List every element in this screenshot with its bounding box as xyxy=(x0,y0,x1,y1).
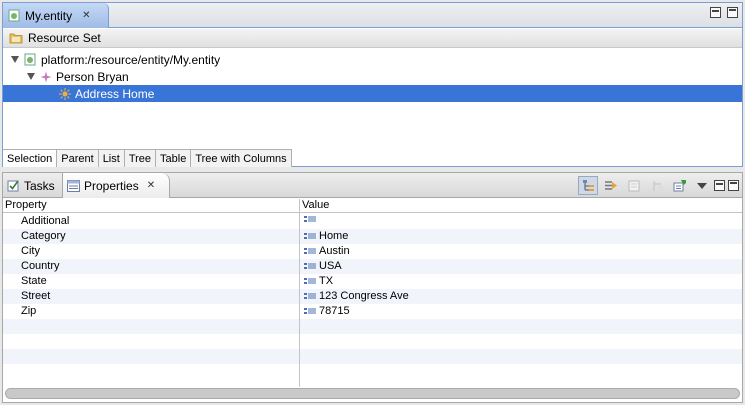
address-icon xyxy=(59,87,71,100)
close-icon[interactable]: ✕ xyxy=(82,10,90,21)
pin-button[interactable] xyxy=(670,176,690,195)
property-row[interactable]: Category Home xyxy=(3,229,742,244)
entity-editor: My.entity ✕ Resource Set platform:/resou… xyxy=(2,2,743,167)
text-value-icon xyxy=(304,216,316,222)
tab-parent[interactable]: Parent xyxy=(57,150,99,167)
text-value-icon xyxy=(304,277,316,284)
expand-triangle-icon[interactable] xyxy=(27,73,35,80)
property-name: City xyxy=(21,245,40,257)
text-value-icon xyxy=(304,247,316,254)
tab-label: Tasks xyxy=(24,178,55,193)
text-value-icon xyxy=(304,307,316,314)
tree-item-resource[interactable]: platform:/resource/entity/My.entity xyxy=(3,51,742,68)
filter-icon xyxy=(605,181,617,190)
empty-row xyxy=(3,334,742,349)
property-name: Additional xyxy=(21,215,70,227)
minimize-button[interactable] xyxy=(710,7,721,18)
tab-tasks[interactable]: Tasks xyxy=(3,173,61,198)
resource-set-label: Resource Set xyxy=(28,31,101,45)
tab-tree-with-columns[interactable]: Tree with Columns xyxy=(191,150,292,167)
tab-selection[interactable]: Selection xyxy=(3,150,58,167)
property-value[interactable]: 78715 xyxy=(304,305,350,317)
editor-tab-bar: My.entity ✕ xyxy=(3,3,742,28)
show-categories-button[interactable] xyxy=(578,176,598,195)
empty-row xyxy=(3,319,742,334)
editor-tab-my-entity[interactable]: My.entity ✕ xyxy=(3,3,109,28)
restore-icon xyxy=(628,180,640,191)
close-icon[interactable]: ✕ xyxy=(147,180,155,191)
folder-icon xyxy=(9,33,23,44)
entity-file-icon xyxy=(8,9,20,22)
tasks-icon xyxy=(7,180,19,192)
collapse-all-button[interactable] xyxy=(647,176,667,195)
pin-icon xyxy=(673,180,686,192)
tree-item-label: Address Home xyxy=(75,86,155,101)
text-value-icon xyxy=(304,292,316,299)
tree-item-address[interactable]: Address Home xyxy=(3,85,742,102)
editor-tab-label: My.entity xyxy=(25,8,73,23)
property-value[interactable] xyxy=(304,215,319,224)
show-advanced-button[interactable] xyxy=(601,176,621,195)
property-row[interactable]: Additional xyxy=(3,214,742,229)
horizontal-scrollbar[interactable] xyxy=(5,388,740,399)
property-value-text: 78715 xyxy=(319,305,350,317)
text-value-icon xyxy=(304,262,316,269)
view-toolbar xyxy=(578,176,739,195)
categories-icon xyxy=(582,180,594,191)
minimize-button[interactable] xyxy=(714,180,725,191)
tab-properties[interactable]: Properties ✕ xyxy=(62,173,170,198)
property-row[interactable]: Country USA xyxy=(3,259,742,274)
properties-view: Tasks Properties ✕ Property Value Additi… xyxy=(2,172,743,403)
properties-icon xyxy=(67,179,80,192)
tree-item-label: platform:/resource/entity/My.entity xyxy=(41,52,221,67)
column-divider[interactable] xyxy=(299,199,300,387)
property-value[interactable]: 123 Congress Ave xyxy=(304,290,409,302)
maximize-button[interactable] xyxy=(728,180,739,191)
tree-item-label: Person Bryan xyxy=(56,69,129,84)
tab-table[interactable]: Table xyxy=(156,150,192,167)
resource-tree: platform:/resource/entity/My.entity Pers… xyxy=(3,49,742,146)
property-row[interactable]: City Austin xyxy=(3,244,742,259)
property-name: Street xyxy=(21,290,51,302)
text-value-icon xyxy=(304,232,316,239)
tab-tree[interactable]: Tree xyxy=(124,150,157,167)
column-header-property[interactable]: Property xyxy=(5,199,47,211)
empty-row xyxy=(3,364,742,379)
property-value-text: 123 Congress Ave xyxy=(319,290,409,302)
property-value-text: Austin xyxy=(319,245,350,257)
property-row[interactable]: Street 123 Congress Ave xyxy=(3,289,742,304)
property-name: Category xyxy=(21,230,66,242)
property-value-text: TX xyxy=(319,275,334,287)
entity-file-icon xyxy=(24,53,36,66)
property-row[interactable]: Zip 78715 xyxy=(3,304,742,319)
property-value[interactable]: TX xyxy=(304,275,333,287)
view-tab-bar: Tasks Properties ✕ xyxy=(3,173,742,198)
empty-row xyxy=(3,349,742,364)
editor-window-controls xyxy=(710,7,738,18)
tree-item-person[interactable]: Person Bryan xyxy=(3,68,742,85)
property-sheet: Property Value Additional Category Home Cit… xyxy=(3,199,742,387)
property-value[interactable]: USA xyxy=(304,260,342,272)
property-sheet-header: Property Value xyxy=(3,199,742,213)
tab-label: Properties xyxy=(84,178,139,193)
restore-default-button[interactable] xyxy=(624,176,644,195)
expand-triangle-icon[interactable] xyxy=(11,56,19,63)
property-name: State xyxy=(21,275,47,287)
property-value-text: Home xyxy=(319,230,349,242)
property-value[interactable]: Austin xyxy=(304,245,350,257)
property-name: Zip xyxy=(21,305,37,317)
property-value[interactable]: Home xyxy=(304,230,348,242)
property-row[interactable]: State TX xyxy=(3,274,742,289)
column-header-value[interactable]: Value xyxy=(302,199,329,211)
person-icon xyxy=(40,71,52,82)
property-value-text: USA xyxy=(319,260,342,272)
view-menu-icon[interactable] xyxy=(697,182,707,189)
collapse-icon xyxy=(653,180,663,191)
tab-list[interactable]: List xyxy=(98,150,125,167)
resource-set-header: Resource Set xyxy=(3,29,742,48)
editor-page-tabs: Selection Parent List Tree Table Tree wi… xyxy=(3,149,292,167)
maximize-button[interactable] xyxy=(727,7,738,18)
property-name: Country xyxy=(21,260,60,272)
